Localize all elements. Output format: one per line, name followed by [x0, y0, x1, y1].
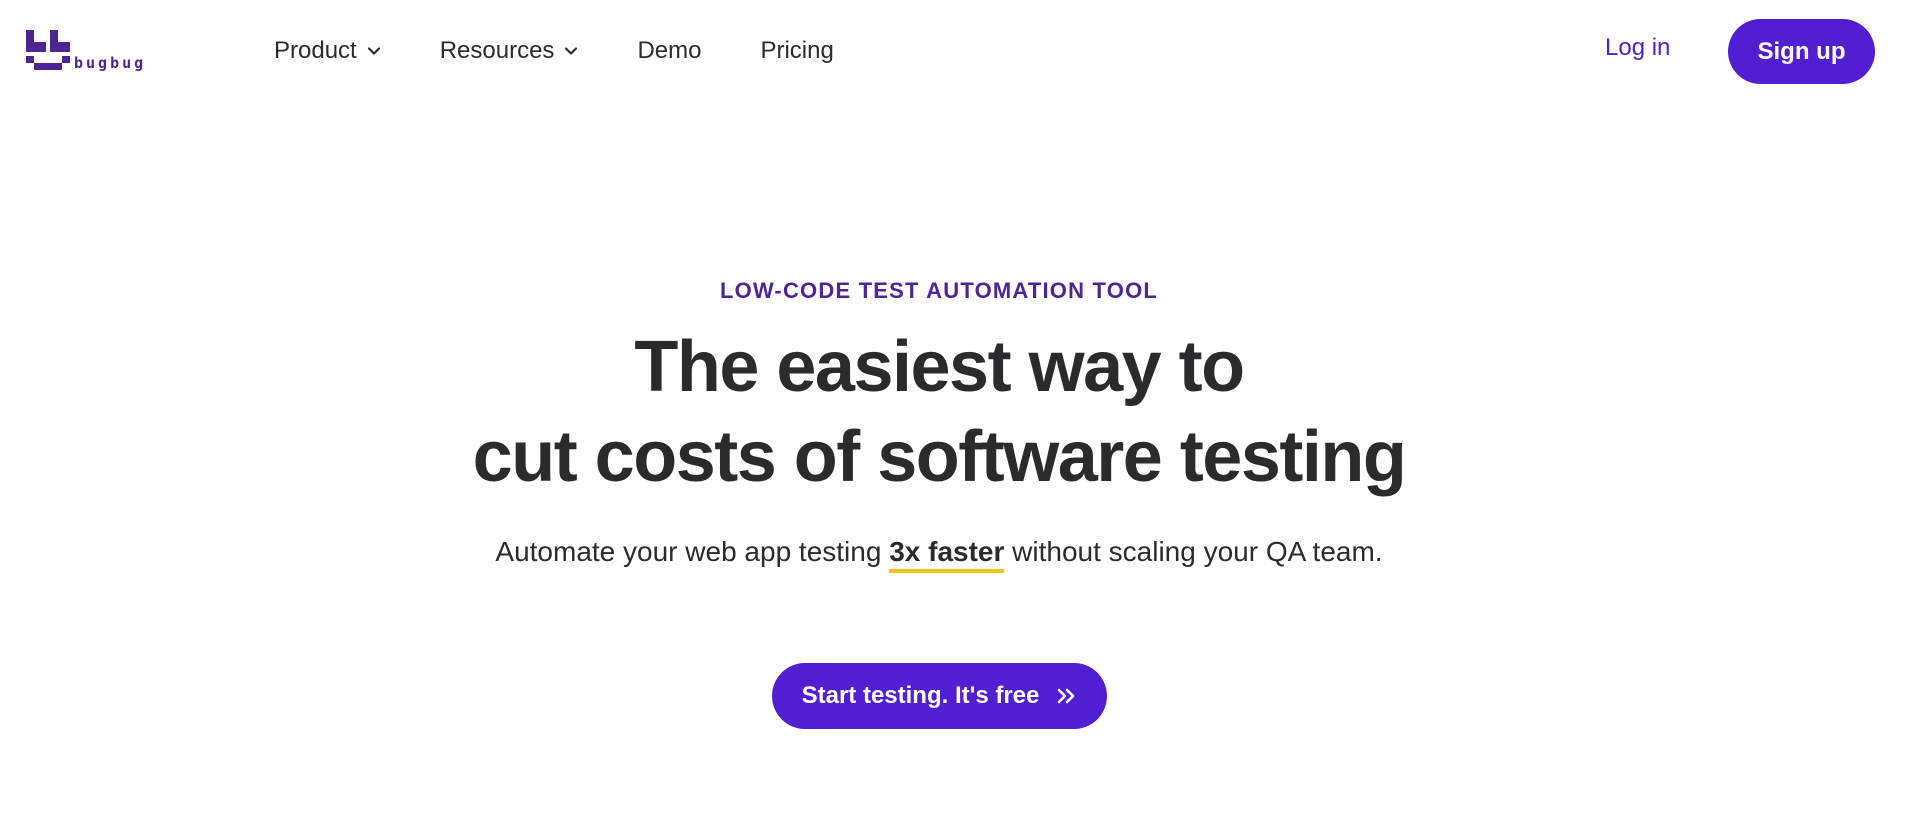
nav-item-label: Pricing [760, 37, 834, 64]
start-testing-button[interactable]: Start testing. It's free [772, 663, 1107, 729]
signup-button[interactable]: Sign up [1728, 19, 1875, 84]
nav-item-demo[interactable]: Demo [637, 37, 701, 65]
hero-subline-after: without scaling your QA team. [1004, 536, 1383, 567]
logo-wordmark: bugbug [74, 54, 146, 72]
hero-headline-line1: The easiest way to [634, 327, 1245, 407]
hero-eyebrow: LOW-CODE TEST AUTOMATION TOOL [719, 278, 1159, 303]
nav-item-label: Product [274, 37, 357, 64]
cta-label: Start testing. It's free [801, 682, 1040, 709]
hero-subline: Automate your web app testing 3x faster … [0, 536, 1878, 573]
double-chevron-right-icon [1055, 685, 1077, 707]
nav-item-label: Demo [637, 37, 702, 64]
bugbug-logo[interactable]: bugbug [26, 28, 166, 74]
hero-headline: The easiest way to cut costs of software… [0, 322, 1878, 502]
nav-item-label: Resources [439, 37, 555, 64]
main-nav: Product Resources Demo Pricing [274, 34, 893, 68]
nav-item-pricing[interactable]: Pricing [760, 37, 833, 65]
nav-item-product[interactable]: Product [274, 37, 381, 65]
hero-subline-before: Automate your web app testing [495, 536, 890, 567]
site-header: bugbug Product Resources Demo Pricing Lo… [0, 0, 1920, 102]
nav-item-resources[interactable]: Resources [440, 37, 579, 65]
login-link[interactable]: Log in [1605, 34, 1670, 62]
hero-subline-highlight: 3x faster [889, 536, 1005, 573]
chevron-down-icon [564, 44, 578, 58]
hero-headline-line2: cut costs of software testing [472, 417, 1407, 497]
chevron-down-icon [367, 44, 381, 58]
